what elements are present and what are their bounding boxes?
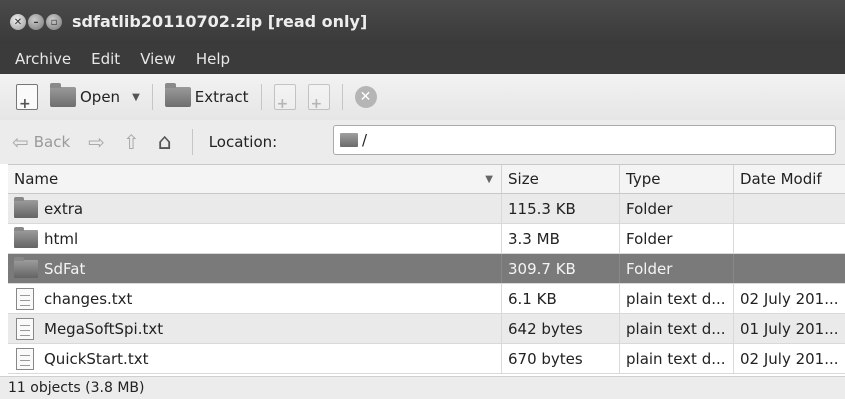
text-file-icon [16,287,34,310]
table-row[interactable]: changes.txt 6.1 KB plain text d... 02 Ju… [8,284,845,314]
new-archive-button[interactable] [10,80,44,114]
location-value: / [362,131,368,149]
forward-arrow-icon: ⇨ [88,130,105,154]
status-text: 11 objects (3.8 MB) [8,380,145,396]
table-row[interactable]: QuickStart.txt 670 bytes plain text d...… [8,344,845,374]
name-cell: extra [8,194,502,223]
date-cell: 01 July 201... [740,319,839,338]
window-title: sdfatlib20110702.zip [read only] [72,12,368,31]
table-row[interactable]: SdFat 309.7 KB Folder [8,254,845,284]
text-file-icon [16,317,34,340]
type-cell: plain text d... [620,314,734,343]
column-label: Date Modif [740,170,822,188]
sort-descending-icon: ▼ [485,173,493,185]
stop-button[interactable]: ✕ [349,80,383,114]
open-label: Open [80,88,121,106]
up-button[interactable]: ⇧ [123,130,140,154]
file-name: extra [44,199,84,218]
type-cell: Folder [620,224,734,253]
add-files-button[interactable] [268,80,302,114]
name-cell: QuickStart.txt [8,344,502,373]
minimize-window-icon[interactable]: – [28,14,44,30]
column-label: Type [626,170,661,188]
forward-button[interactable]: ⇨ [88,130,105,154]
menu-edit[interactable]: Edit [88,48,123,70]
type-cell: Folder [620,194,734,223]
file-name: SdFat [44,259,86,278]
toolbar-separator [151,84,153,110]
menu-help[interactable]: Help [193,48,233,70]
file-name: changes.txt [44,289,133,308]
date-cell [734,194,845,223]
toolbar-separator [341,84,343,110]
menu-archive[interactable]: Archive [12,48,74,70]
location-input[interactable]: / [333,125,836,155]
size-cell: 309.7 KB [502,254,620,283]
file-name: MegaSoftSpi.txt [44,319,164,338]
add-files-icon [273,84,296,112]
column-header-type[interactable]: Type [620,165,734,193]
toolbar-separator [260,84,262,110]
folder-icon [14,256,38,278]
toolbar: Open ▼ Extract ✕ [0,74,845,120]
up-arrow-icon: ⇧ [122,130,140,154]
open-button[interactable]: Open ▼ [44,80,146,114]
date-cell [734,254,845,283]
home-icon[interactable]: ⌂ [158,130,172,155]
add-folder-icon [307,84,330,112]
extract-icon [164,83,191,107]
title-bar: ✕ – ▫ sdfatlib20110702.zip [read only] [0,0,845,44]
table-row[interactable]: MegaSoftSpi.txt 642 bytes plain text d..… [8,314,845,344]
name-cell: html [8,224,502,253]
close-window-icon[interactable]: ✕ [10,14,26,30]
extract-button[interactable]: Extract [159,80,255,114]
name-cell: SdFat [8,254,502,283]
type-cell: plain text d... [620,344,734,373]
column-label: Name [14,170,59,188]
stop-icon: ✕ [354,86,377,108]
folder-icon [14,196,38,218]
table-row[interactable]: html 3.3 MB Folder [8,224,845,254]
back-button[interactable]: ⇦ Back [12,130,70,154]
column-header-date[interactable]: Date Modif [734,165,845,193]
add-folder-button[interactable] [302,80,336,114]
column-label: Size [508,170,539,188]
status-bar: 11 objects (3.8 MB) [0,376,845,399]
folder-icon [340,133,358,147]
location-bar: ⇦ Back ⇨ ⇧ ⌂ Location: / [0,120,845,164]
size-cell: 6.1 KB [502,284,620,313]
location-label: Location: [208,133,278,151]
extract-label: Extract [194,88,249,106]
date-cell [734,224,845,253]
back-arrow-icon: ⇦ [12,130,29,154]
date-cell: 02 July 201... [740,349,839,368]
name-cell: MegaSoftSpi.txt [8,314,502,343]
file-name: QuickStart.txt [44,349,149,368]
file-list: Name ▼ Size Type Date Modif extra 115.3 … [8,164,845,376]
open-folder-icon [50,83,76,107]
size-cell: 642 bytes [502,314,620,343]
size-cell: 670 bytes [502,344,620,373]
back-label: Back [33,133,71,151]
type-cell: Folder [620,254,734,283]
size-cell: 3.3 MB [502,224,620,253]
file-name: html [44,229,79,248]
table-row[interactable]: extra 115.3 KB Folder [8,194,845,224]
toolbar-separator [191,129,193,155]
column-header-name[interactable]: Name ▼ [8,165,502,193]
menu-view[interactable]: View [137,48,179,70]
name-cell: changes.txt [8,284,502,313]
text-file-icon [16,347,34,370]
type-cell: plain text d... [620,284,734,313]
menu-bar: Archive Edit View Help [0,44,845,74]
maximize-window-icon[interactable]: ▫ [46,14,62,30]
chevron-down-icon[interactable]: ▼ [132,92,140,103]
new-archive-icon [16,84,38,112]
table-header: Name ▼ Size Type Date Modif [8,165,845,194]
size-cell: 115.3 KB [502,194,620,223]
date-cell: 02 July 201... [740,289,839,308]
folder-icon [14,226,38,248]
column-header-size[interactable]: Size [502,165,620,193]
